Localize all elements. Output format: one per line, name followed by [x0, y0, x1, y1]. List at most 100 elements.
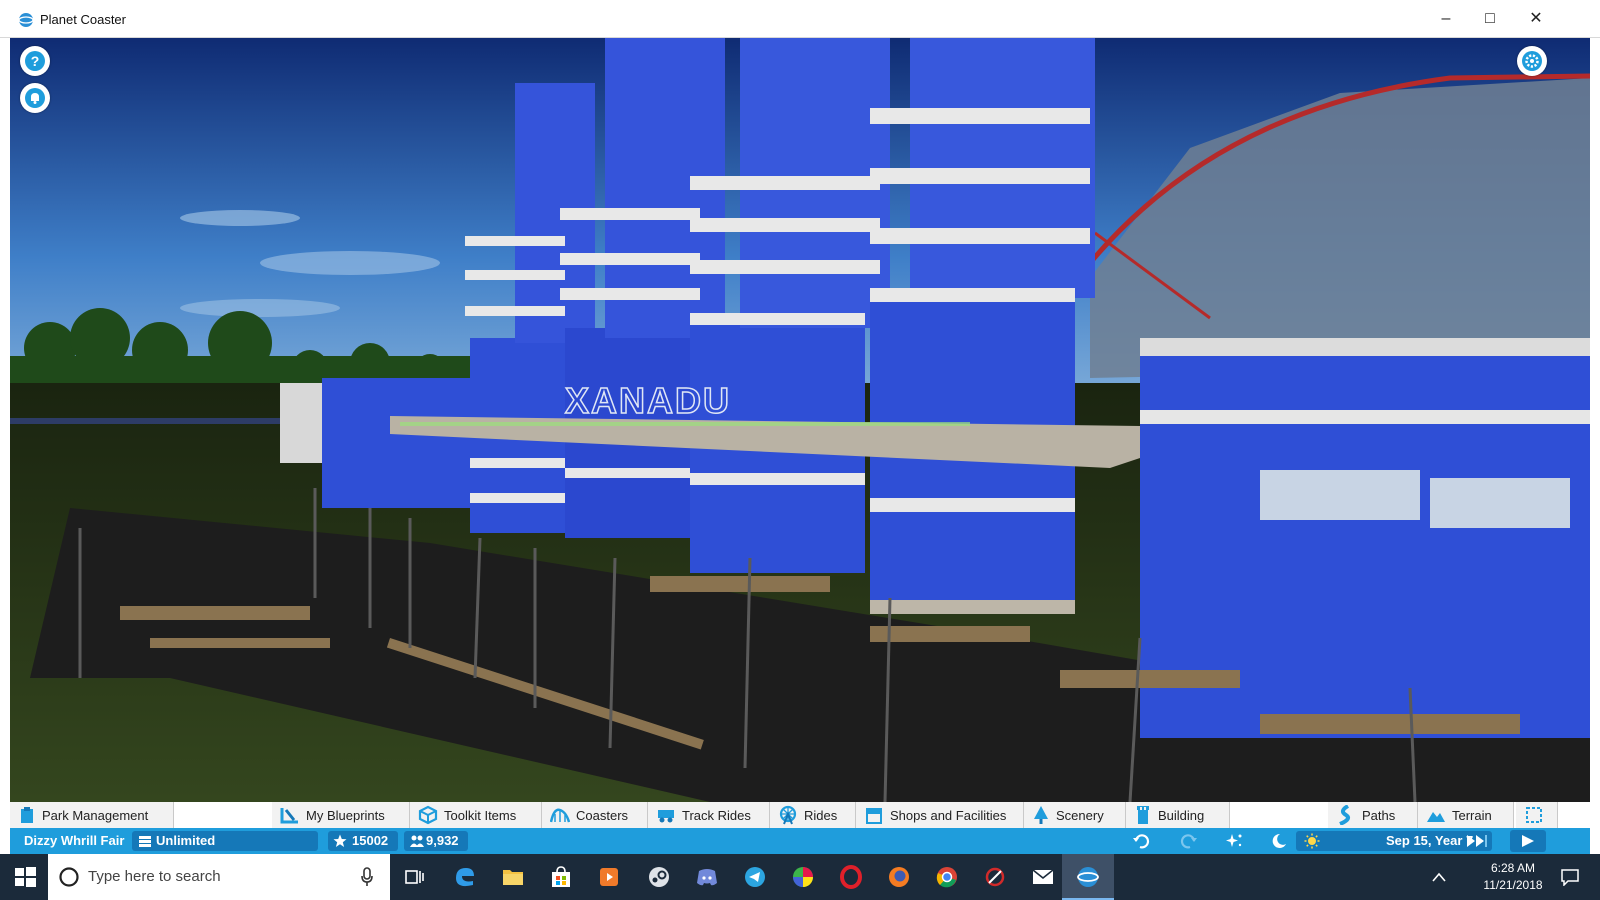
ferris-wheel-icon [779, 805, 797, 825]
sparkle-effects-icon[interactable] [1224, 832, 1244, 850]
tab-label: Coasters [576, 807, 629, 823]
chevron-up-icon[interactable] [1432, 872, 1446, 882]
tab-track-rides[interactable]: Track Rides [648, 802, 770, 828]
gear-icon [1522, 51, 1542, 71]
taskbar-app-file-explorer[interactable] [490, 854, 536, 900]
redo-icon[interactable] [1178, 832, 1198, 850]
clipboard-icon [21, 807, 33, 823]
cortana-icon [59, 867, 79, 887]
taskbar-app-discord[interactable] [684, 854, 730, 900]
tab-label: Shops and Facilities [890, 807, 1007, 823]
star-icon [333, 834, 347, 847]
elevated-track [10, 418, 300, 424]
opera-icon [840, 865, 862, 889]
microphone-icon[interactable] [360, 867, 374, 887]
help-icon: ? [25, 51, 45, 71]
fast-forward-icon[interactable] [1466, 834, 1488, 848]
money-display[interactable]: Unlimited [132, 831, 318, 851]
tab-terrain[interactable]: Terrain [1418, 802, 1514, 828]
taskbar-app-mail[interactable] [1020, 854, 1066, 900]
money-icon [139, 836, 151, 847]
taskbar-search-box[interactable]: Type here to search [48, 854, 390, 900]
firefox-icon [889, 867, 909, 887]
selection-tool-button[interactable] [1516, 802, 1558, 828]
select-area-icon [1526, 807, 1542, 823]
discord-icon [697, 869, 717, 886]
game-date-display[interactable]: Sep 15, Year 7 [1296, 831, 1492, 851]
tab-park-management[interactable]: Park Management [10, 802, 174, 828]
action-center-icon[interactable] [1560, 868, 1580, 886]
taskbar-app-telegram[interactable] [732, 854, 778, 900]
help-button[interactable]: ? [20, 46, 50, 76]
bell-icon [25, 88, 45, 108]
start-button[interactable] [2, 854, 48, 900]
park-name[interactable]: Dizzy Whrill Fair [24, 828, 124, 854]
taskbar-app-store[interactable] [538, 854, 584, 900]
tab-my-blueprints[interactable]: My Blueprints [272, 802, 410, 828]
path-icon [1339, 805, 1350, 825]
tab-label: Building [1158, 807, 1205, 823]
tower-icon [1137, 806, 1149, 824]
blueprint-icon [280, 808, 298, 824]
close-button[interactable]: ✕ [1516, 6, 1556, 32]
windows-logo-icon [15, 867, 36, 887]
window-grid [1430, 478, 1570, 528]
taskbar-app-color-picker[interactable] [780, 854, 826, 900]
window-grid [1260, 470, 1420, 520]
telegram-icon [745, 867, 765, 887]
clock-time: 6:28 AM [1490, 861, 1536, 875]
tab-shops-and-facilities[interactable]: Shops and Facilities [856, 802, 1024, 828]
game-viewport[interactable]: XANADU ? [10, 38, 1590, 802]
money-value: Unlimited [156, 833, 216, 848]
light-strip [400, 422, 970, 426]
tab-scenery[interactable]: Scenery [1024, 802, 1126, 828]
notifications-button[interactable] [20, 83, 50, 113]
taskbar-app-opera[interactable] [828, 854, 874, 900]
taskbar-app-utility[interactable] [972, 854, 1018, 900]
taskbar-app-chrome[interactable] [924, 854, 970, 900]
day-night-icon[interactable] [1268, 832, 1288, 850]
coaster-icon [550, 808, 570, 823]
park-scene: XANADU [10, 38, 1590, 802]
taskbar-app-media-player[interactable] [586, 854, 632, 900]
undo-icon[interactable] [1132, 832, 1152, 850]
cloud [180, 210, 300, 226]
store-bag-icon [552, 866, 570, 887]
windows-taskbar: Type here to search 6:28 AM 11/21/2018 [0, 854, 1600, 900]
tab-label: Toolkit Items [444, 807, 517, 823]
building-sign: XANADU [565, 380, 731, 421]
utility-app-icon [985, 867, 1005, 887]
task-view-button[interactable] [392, 854, 438, 900]
taskbar-app-edge[interactable] [442, 854, 488, 900]
taskbar-app-planet-coaster-active[interactable] [1062, 854, 1114, 900]
mountain-icon [1427, 812, 1445, 822]
cube-icon [418, 805, 438, 825]
steam-icon [649, 867, 669, 887]
play-button[interactable] [1510, 830, 1546, 852]
tab-label: Paths [1362, 807, 1396, 823]
tree-icon [1034, 806, 1048, 824]
planet-coaster-app-icon [18, 13, 34, 27]
settings-button[interactable] [1517, 46, 1547, 76]
task-view-icon [405, 870, 424, 884]
tab-rides[interactable]: Rides [770, 802, 856, 828]
cloud [260, 251, 440, 275]
clock-date: 11/21/2018 [1483, 878, 1543, 892]
tab-label: Park Management [42, 807, 149, 823]
tab-label: Track Rides [682, 807, 751, 823]
taskbar-app-firefox[interactable] [876, 854, 922, 900]
edge-icon [456, 868, 474, 887]
taskbar-clock[interactable]: 6:28 AM 11/21/2018 [1472, 860, 1554, 894]
guest-count-display[interactable]: 9,932 [404, 831, 468, 851]
taskbar-app-steam[interactable] [636, 854, 682, 900]
cloud [180, 299, 340, 317]
tab-coasters[interactable]: Coasters [542, 802, 648, 828]
guests-icon [410, 835, 424, 847]
tab-paths[interactable]: Paths [1328, 802, 1418, 828]
minimize-button[interactable]: – [1426, 6, 1466, 32]
maximize-button[interactable]: □ [1470, 6, 1510, 32]
tab-building[interactable]: Building [1126, 802, 1230, 828]
tab-toolkit-items[interactable]: Toolkit Items [410, 802, 542, 828]
park-rating-display[interactable]: 15002 [328, 831, 398, 851]
tab-label: Terrain [1452, 807, 1492, 823]
